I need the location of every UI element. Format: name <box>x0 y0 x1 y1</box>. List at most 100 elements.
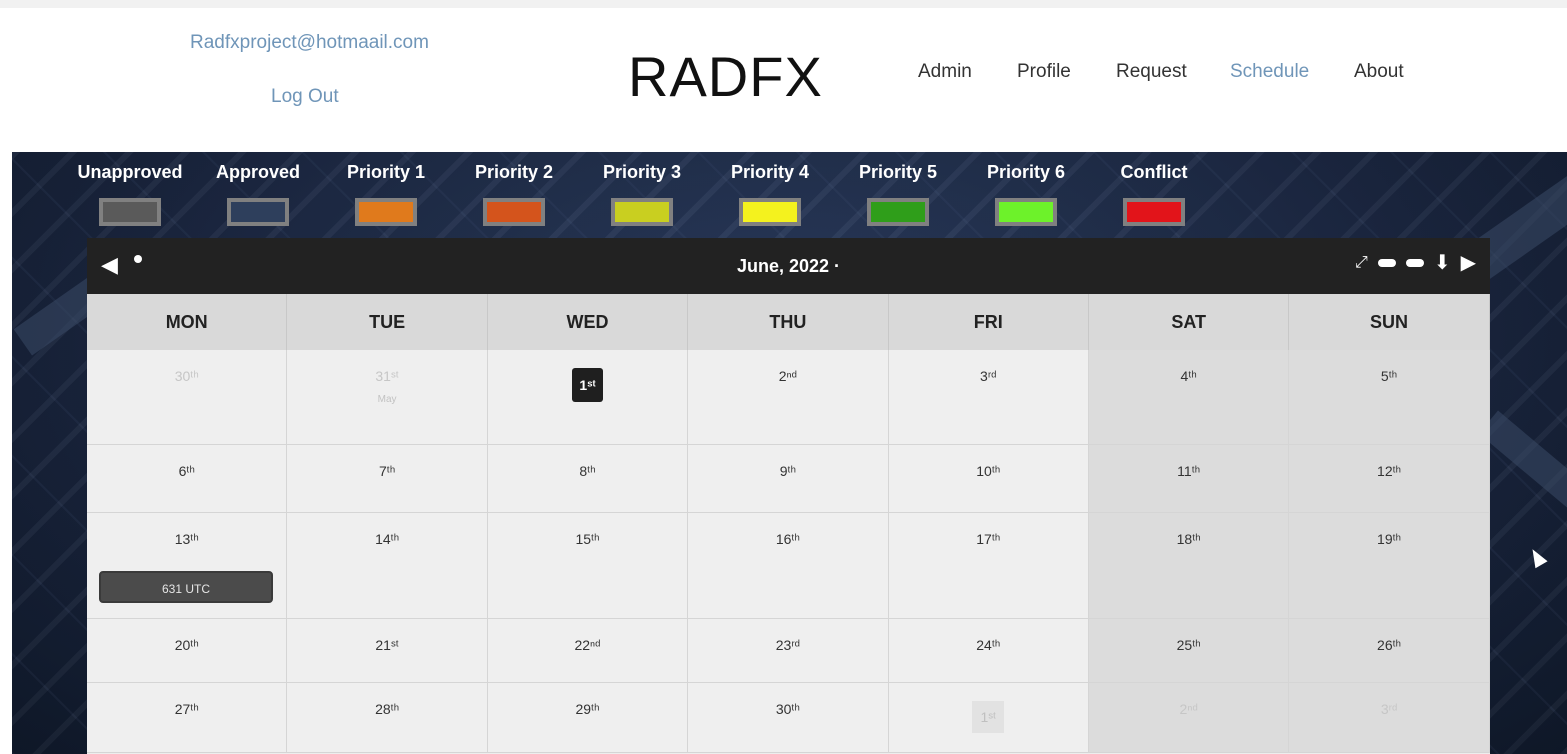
calendar-day-cell[interactable]: 17ᵗʰ <box>888 513 1089 618</box>
calendar-week-row: 6ᵗʰ 7ᵗʰ 8ᵗʰ 9ᵗʰ 10ᵗʰ 11ᵗʰ 12ᵗʰ <box>87 445 1490 513</box>
weekday-header: MON TUE WED THU FRI SAT SUN <box>87 294 1490 350</box>
legend-label: Priority 1 <box>346 162 426 182</box>
weekday-tue: TUE <box>287 294 488 350</box>
calendar-day-cell[interactable]: 11ᵗʰ <box>1088 445 1290 512</box>
legend-swatch <box>227 198 289 226</box>
day-number: 30ᵗʰ <box>174 368 199 384</box>
calendar-day-cell[interactable]: 23ʳᵈ <box>688 619 889 682</box>
user-email-link[interactable]: Radfxproject@hotmaail.com <box>190 32 429 54</box>
calendar-day-cell[interactable]: 29ᵗʰ <box>487 683 689 752</box>
day-number: 21ˢᵗ <box>375 637 399 653</box>
legend-label: Unapproved <box>77 162 183 182</box>
calendar-week-row: 20ᵗʰ 21ˢᵗ 22ⁿᵈ 23ʳᵈ 24ᵗʰ 25ᵗʰ 26ᵗʰ <box>87 619 1490 683</box>
day-number: 30ᵗʰ <box>775 701 800 717</box>
calendar-day-cell[interactable]: 18ᵗʰ <box>1088 513 1290 618</box>
calendar-grid: 30ᵗʰ 31ˢᵗ May 1ˢᵗ 2ⁿᵈ 3ʳᵈ 4ᵗʰ 5ᵗʰ 6ᵗʰ 7ᵗʰ 8ᵗʰ 9ᵗʰ 10… <box>87 350 1490 753</box>
legend-item: Priority 1 <box>331 162 441 226</box>
calendar-day-cell[interactable]: 4ᵗʰ <box>1088 350 1290 444</box>
day-number: 25ᵗʰ <box>1176 637 1201 653</box>
nav-schedule[interactable]: Schedule <box>1230 61 1309 83</box>
calendar-day-cell[interactable]: 2ⁿᵈ <box>688 350 889 444</box>
day-view-icon[interactable] <box>1405 258 1424 267</box>
legend-swatch <box>611 198 673 226</box>
calendar-day-cell[interactable]: 25ᵗʰ <box>1088 619 1290 682</box>
calendar-day-cell[interactable]: 19ᵗʰ <box>1289 513 1490 618</box>
legend-label: Priority 6 <box>986 162 1066 182</box>
fullscreen-icon[interactable]: ⤢ <box>1355 254 1368 272</box>
calendar-day-cell[interactable]: 26ᵗʰ <box>1289 619 1490 682</box>
calendar-day-cell[interactable]: 30ᵗʰ <box>87 350 288 444</box>
calendar-day-cell[interactable]: 16ᵗʰ <box>688 513 889 618</box>
calendar-day-cell[interactable]: 31ˢᵗ May <box>287 350 488 444</box>
day-number: 11ᵗʰ <box>1177 463 1201 479</box>
brand-logo[interactable]: RADFX <box>628 44 823 109</box>
schedule-event[interactable]: 631 UTC <box>99 571 273 603</box>
legend-item: Priority 5 <box>843 162 953 226</box>
legend-item: Conflict <box>1099 162 1209 226</box>
day-number: 19ᵗʰ <box>1377 531 1402 547</box>
day-number: 18ᵗʰ <box>1176 531 1201 547</box>
calendar-month-title[interactable]: June, 2022 · <box>87 256 1490 277</box>
nav-about[interactable]: About <box>1354 61 1404 83</box>
site-header: Radfxproject@hotmaail.com Log Out RADFX … <box>0 8 1567 152</box>
legend-item: Priority 2 <box>459 162 569 226</box>
calendar-day-cell[interactable]: 12ᵗʰ <box>1289 445 1490 512</box>
download-icon[interactable]: ⬇ <box>1434 250 1451 275</box>
day-number: 3ʳᵈ <box>1380 701 1398 717</box>
legend-label: Priority 4 <box>730 162 810 182</box>
calendar-day-cell[interactable]: 28ᵗʰ <box>287 683 488 752</box>
calendar-day-cell[interactable]: 1ˢᵗ <box>888 683 1089 752</box>
calendar-week-row: 30ᵗʰ 31ˢᵗ May 1ˢᵗ 2ⁿᵈ 3ʳᵈ 4ᵗʰ 5ᵗʰ <box>87 350 1490 445</box>
calendar-day-cell[interactable]: 24ᵗʰ <box>888 619 1089 682</box>
calendar-week-row: 27ᵗʰ 28ᵗʰ 29ᵗʰ 30ᵗʰ 1ˢᵗ 2ⁿᵈ 3ʳᵈ <box>87 683 1490 753</box>
legend-label: Conflict <box>1120 162 1188 182</box>
day-number: 5ᵗʰ <box>1380 368 1398 384</box>
calendar-day-cell[interactable]: 6ᵗʰ <box>87 445 288 512</box>
day-number: 20ᵗʰ <box>174 637 199 653</box>
nav-profile[interactable]: Profile <box>1017 61 1071 83</box>
day-number: 1ˢᵗ <box>572 368 603 402</box>
day-number: 4ᵗʰ <box>1180 368 1197 384</box>
calendar-day-cell[interactable]: 15ᵗʰ <box>487 513 689 618</box>
day-number: 15ᵗʰ <box>575 531 600 547</box>
calendar-day-cell[interactable]: 22ⁿᵈ <box>487 619 689 682</box>
calendar-day-cell[interactable]: 10ᵗʰ <box>888 445 1089 512</box>
legend-item: Approved <box>203 162 313 226</box>
calendar-day-cell[interactable]: 27ᵗʰ <box>87 683 288 752</box>
calendar-day-cell[interactable]: 7ᵗʰ <box>287 445 488 512</box>
background-shape <box>1478 410 1567 524</box>
day-number: 8ᵗʰ <box>579 463 596 479</box>
day-number: 2ⁿᵈ <box>778 368 797 384</box>
weekday-sat: SAT <box>1089 294 1290 350</box>
legend-item: Priority 6 <box>971 162 1081 226</box>
calendar-day-cell[interactable]: 8ᵗʰ <box>487 445 689 512</box>
calendar-day-cell[interactable]: 30ᵗʰ <box>688 683 889 752</box>
nav-admin[interactable]: Admin <box>918 61 972 83</box>
day-number: 27ᵗʰ <box>174 701 199 717</box>
day-number: 14ᵗʰ <box>375 531 400 547</box>
next-month-icon[interactable]: ▶ <box>1461 250 1476 275</box>
calendar-day-cell[interactable]: 14ᵗʰ <box>287 513 488 618</box>
legend-item: Priority 4 <box>715 162 825 226</box>
weekday-sun: SUN <box>1289 294 1490 350</box>
day-number: 2ⁿᵈ <box>1179 701 1198 717</box>
calendar-day-cell[interactable]: 3ʳᵈ <box>888 350 1089 444</box>
calendar-day-cell[interactable]: 21ˢᵗ <box>287 619 488 682</box>
logout-link[interactable]: Log Out <box>271 86 339 108</box>
day-number: 3ʳᵈ <box>980 368 997 384</box>
calendar-day-cell[interactable]: 2ⁿᵈ <box>1088 683 1290 752</box>
calendar-day-cell[interactable]: 1ˢᵗ <box>487 350 689 444</box>
week-view-icon[interactable] <box>1377 258 1396 267</box>
nav-request[interactable]: Request <box>1116 61 1187 83</box>
calendar-day-cell[interactable]: 5ᵗʰ <box>1289 350 1490 444</box>
day-number: 12ᵗʰ <box>1377 463 1402 479</box>
calendar: ◀ June, 2022 · ⤢ ⬇ ▶ MON TUE WED THU FRI… <box>87 238 1490 754</box>
calendar-day-cell[interactable]: 20ᵗʰ <box>87 619 288 682</box>
calendar-day-cell[interactable]: 9ᵗʰ <box>688 445 889 512</box>
day-number: 1ˢᵗ <box>972 701 1005 733</box>
calendar-week-row: 13ᵗʰ 631 UTC 14ᵗʰ 15ᵗʰ 16ᵗʰ 17ᵗʰ 18ᵗʰ 19ᵗʰ <box>87 513 1490 619</box>
calendar-day-cell[interactable]: 13ᵗʰ 631 UTC <box>87 513 288 618</box>
weekday-fri: FRI <box>889 294 1089 350</box>
legend-item: Priority 3 <box>587 162 697 226</box>
calendar-day-cell[interactable]: 3ʳᵈ <box>1289 683 1490 752</box>
